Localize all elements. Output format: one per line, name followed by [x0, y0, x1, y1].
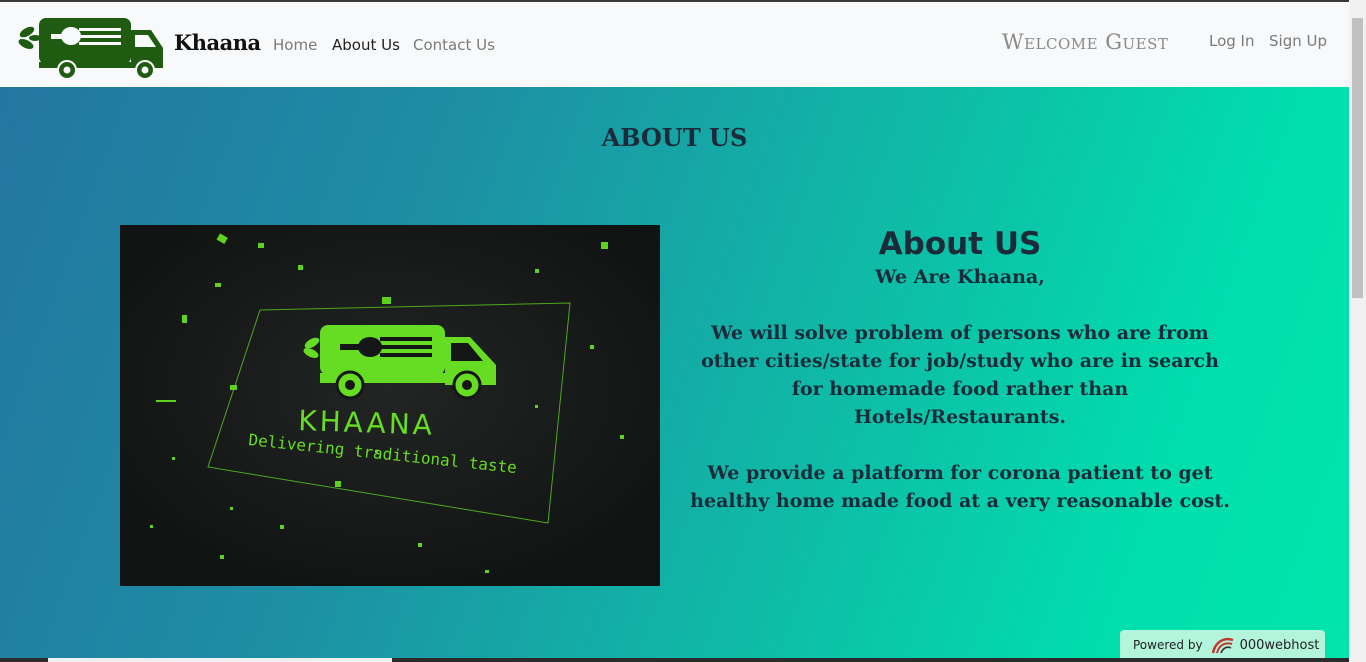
about-section: ABOUT US KHAANA Delivering traditional t… — [0, 87, 1349, 662]
nav-link-about-us[interactable]: About Us — [332, 36, 400, 54]
powered-by-badge[interactable]: Powered by 000webhost — [1120, 630, 1325, 660]
vertical-scrollbar[interactable] — [1349, 0, 1366, 662]
about-image: KHAANA Delivering traditional taste — [120, 225, 660, 586]
intro-paragraph: We Are Khaana, — [875, 265, 1045, 288]
khaana-logo-artwork: KHAANA Delivering traditional taste — [120, 225, 660, 586]
navbar: Khaana Home About Us Contact Us Welcome … — [0, 2, 1349, 87]
platform-paragraph: We provide a platform for corona patient… — [690, 461, 1230, 512]
image-brand-text: KHAANA — [298, 404, 436, 442]
scrollbar-thumb[interactable] — [1352, 18, 1363, 298]
signup-link[interactable]: Sign Up — [1269, 32, 1327, 50]
webhost-logo-icon — [1211, 637, 1233, 654]
brand-name[interactable]: Khaana — [174, 30, 261, 55]
food-truck-icon — [18, 18, 163, 80]
section-title: ABOUT US — [601, 123, 748, 152]
nav-link-home[interactable]: Home — [273, 36, 317, 54]
webhost-name: 000webhost — [1239, 637, 1320, 653]
taskbar-highlight — [48, 658, 392, 662]
welcome-text: Welcome Guest — [1002, 30, 1169, 54]
login-link[interactable]: Log In — [1209, 32, 1255, 50]
about-heading: About US — [878, 226, 1042, 262]
about-text: About US We Are Khaana, We will solve pr… — [690, 226, 1230, 515]
mission-paragraph: We will solve problem of persons who are… — [701, 321, 1219, 428]
powered-by-label: Powered by — [1133, 638, 1203, 652]
brand-logo[interactable] — [17, 14, 165, 80]
nav-link-contact-us[interactable]: Contact Us — [413, 36, 495, 54]
